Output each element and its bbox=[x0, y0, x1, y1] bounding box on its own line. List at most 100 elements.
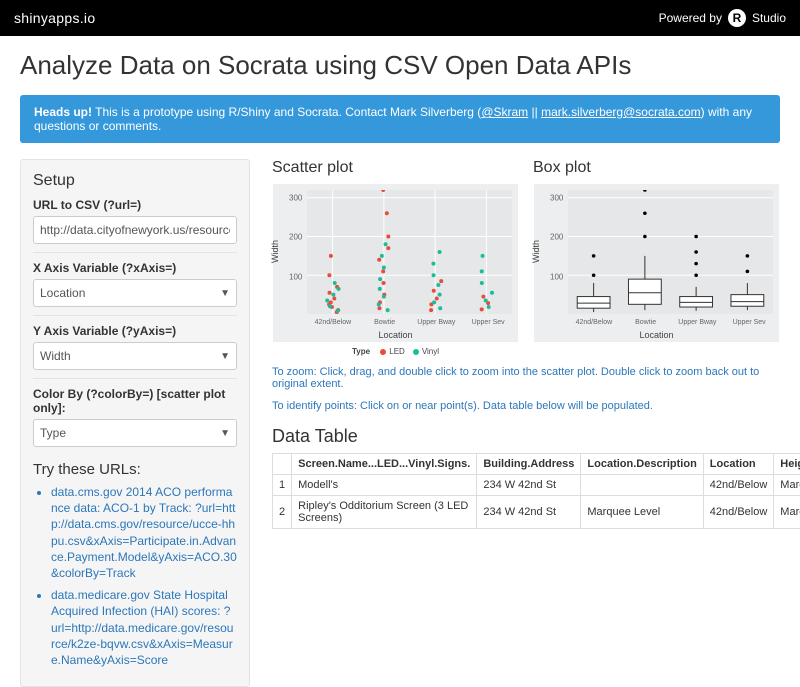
scatter-point[interactable] bbox=[481, 254, 485, 258]
col-header[interactable]: Location bbox=[703, 454, 774, 475]
yaxis-select[interactable]: Width▼ bbox=[33, 342, 237, 370]
scatter-point[interactable] bbox=[377, 302, 381, 306]
legend-label: LED bbox=[389, 347, 405, 356]
box-x-label: Location bbox=[639, 330, 673, 340]
col-header[interactable]: Screen.Name...LED...Vinyl.Signs. bbox=[292, 454, 477, 475]
xaxis-select[interactable]: Location▼ bbox=[33, 279, 237, 307]
x-tick: Bowtie bbox=[374, 319, 395, 326]
scatter-legend: Type LEDVinyl bbox=[272, 347, 519, 356]
scatter-point[interactable] bbox=[381, 269, 385, 273]
cell: 234 W 42nd St bbox=[477, 496, 581, 529]
scatter-point[interactable] bbox=[429, 308, 433, 312]
outlier-point bbox=[746, 270, 750, 274]
scatter-point[interactable] bbox=[435, 297, 439, 301]
table-row[interactable]: 2Ripley's Odditorium Screen (3 LED Scree… bbox=[273, 496, 800, 529]
x-tick: Bowtie bbox=[635, 319, 656, 326]
scatter-point[interactable] bbox=[327, 273, 331, 277]
scatter-point[interactable] bbox=[381, 190, 385, 192]
scatter-point[interactable] bbox=[386, 246, 390, 250]
hint-zoom: To zoom: Click, drag, and double click t… bbox=[272, 366, 780, 390]
scatter-point[interactable] bbox=[378, 277, 382, 281]
scatter-point[interactable] bbox=[329, 254, 333, 258]
scatter-point[interactable] bbox=[480, 269, 484, 273]
scatter-point[interactable] bbox=[481, 295, 485, 299]
xaxis-value: Location bbox=[40, 286, 85, 300]
colorby-select[interactable]: Type▼ bbox=[33, 419, 237, 447]
cell: 2 bbox=[273, 496, 292, 529]
scatter-point[interactable] bbox=[385, 211, 389, 215]
scatter-point[interactable] bbox=[480, 307, 484, 311]
col-header[interactable]: Building.Address bbox=[477, 454, 581, 475]
scatter-point[interactable] bbox=[436, 283, 440, 287]
url-input[interactable] bbox=[33, 216, 237, 244]
scatter-point[interactable] bbox=[377, 306, 381, 310]
scatter-point[interactable] bbox=[386, 308, 390, 312]
scatter-point[interactable] bbox=[325, 298, 329, 302]
scatter-point[interactable] bbox=[484, 298, 488, 302]
scatter-point[interactable] bbox=[329, 300, 333, 304]
alert-text1: This is a prototype using R/Shiny and So… bbox=[92, 105, 481, 119]
cell bbox=[581, 475, 703, 496]
box bbox=[628, 279, 661, 304]
scatter-point[interactable] bbox=[336, 309, 340, 313]
scatter-point[interactable] bbox=[337, 287, 341, 291]
chevron-down-icon: ▼ bbox=[220, 428, 230, 439]
outlier-point bbox=[643, 235, 647, 239]
try-link[interactable]: data.medicare.gov State Hospital Acquire… bbox=[51, 588, 233, 667]
x-tick: 42nd/Below bbox=[315, 319, 352, 326]
y-tick: 100 bbox=[289, 272, 302, 281]
scatter-point[interactable] bbox=[432, 300, 436, 304]
legend-swatch bbox=[380, 349, 386, 355]
col-header[interactable]: Location.Description bbox=[581, 454, 703, 475]
scatter-point[interactable] bbox=[378, 287, 382, 291]
table-row[interactable]: 1Modell's234 W 42nd St42nd/BelowMarqueeL… bbox=[273, 475, 800, 496]
y-tick: 300 bbox=[550, 193, 563, 202]
scatter-point[interactable] bbox=[487, 305, 491, 309]
scatter-point[interactable] bbox=[333, 281, 337, 285]
scatter-point[interactable] bbox=[328, 304, 332, 308]
scatter-point[interactable] bbox=[439, 279, 443, 283]
cell: Marquee bbox=[774, 496, 800, 529]
scatter-point[interactable] bbox=[331, 293, 335, 297]
scatter-point[interactable] bbox=[438, 250, 442, 254]
yaxis-label: Y Axis Variable (?yAxis=) bbox=[33, 324, 237, 338]
try-link[interactable]: data.cms.gov 2014 ACO performance data: … bbox=[51, 485, 237, 580]
scatter-point[interactable] bbox=[332, 297, 336, 301]
sidebar: Setup URL to CSV (?url=) X Axis Variable… bbox=[20, 159, 250, 687]
scatter-point[interactable] bbox=[490, 291, 494, 295]
alert-banner: Heads up! This is a prototype using R/Sh… bbox=[20, 95, 780, 143]
legend-swatch bbox=[413, 349, 419, 355]
scatter-point[interactable] bbox=[438, 293, 442, 297]
scatter-point[interactable] bbox=[431, 262, 435, 266]
box bbox=[680, 297, 713, 307]
box-plot-box: Box plot Width Location 100200300 42nd/B… bbox=[533, 159, 780, 356]
scatter-point[interactable] bbox=[384, 242, 388, 246]
scatter-point[interactable] bbox=[382, 281, 386, 285]
colorby-label: Color By (?colorBy=) [scatter plot only]… bbox=[33, 387, 237, 415]
box-plot[interactable]: Width Location 100200300 42nd/BelowBowti… bbox=[533, 183, 780, 343]
alert-link-email[interactable]: mark.silverberg@socrata.com bbox=[541, 105, 701, 119]
alert-link-twitter[interactable]: @Skram bbox=[481, 105, 528, 119]
scatter-plot[interactable]: Width Location 100200300 42nd/BelowBowti… bbox=[272, 183, 519, 343]
outlier-point bbox=[694, 262, 698, 266]
outlier-point bbox=[592, 254, 596, 258]
scatter-point[interactable] bbox=[432, 273, 436, 277]
scatter-point[interactable] bbox=[382, 295, 386, 299]
scatter-point[interactable] bbox=[432, 289, 436, 293]
scatter-point[interactable] bbox=[480, 281, 484, 285]
scatter-point[interactable] bbox=[377, 258, 381, 262]
col-header[interactable] bbox=[273, 454, 292, 475]
x-tick: Upper Bway bbox=[417, 319, 455, 326]
scatter-point[interactable] bbox=[380, 254, 384, 258]
brand[interactable]: shinyapps.io bbox=[14, 10, 95, 26]
url-label: URL to CSV (?url=) bbox=[33, 198, 237, 212]
scatter-point[interactable] bbox=[386, 235, 390, 239]
col-header[interactable]: Height bbox=[774, 454, 800, 475]
studio-text: Studio bbox=[752, 11, 786, 25]
scatter-point[interactable] bbox=[438, 306, 442, 310]
y-tick: 300 bbox=[289, 193, 302, 202]
rstudio-logo-icon: R bbox=[728, 9, 746, 27]
scatter-point[interactable] bbox=[328, 291, 332, 295]
scatter-point[interactable] bbox=[382, 266, 386, 270]
chevron-down-icon: ▼ bbox=[220, 351, 230, 362]
